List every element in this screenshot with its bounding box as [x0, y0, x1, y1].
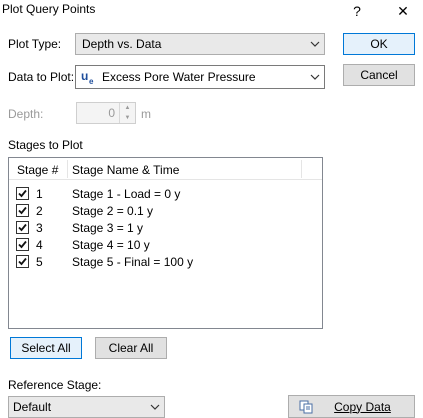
stage-checkbox[interactable]: [16, 255, 29, 268]
reference-stage-select[interactable]: Default: [8, 396, 165, 418]
stage-number: 2: [36, 204, 43, 218]
depth-value: 0: [108, 106, 115, 120]
data-to-plot-value: Excess Pore Water Pressure: [102, 70, 256, 84]
stage-row[interactable]: 4 Stage 4 = 10 y: [9, 236, 309, 253]
copy-data-button[interactable]: Copy Data: [288, 395, 415, 418]
reference-stage-value: Default: [13, 400, 52, 414]
select-all-button[interactable]: Select All: [10, 337, 82, 359]
stage-checkbox[interactable]: [16, 238, 29, 251]
stage-checkbox[interactable]: [16, 187, 29, 200]
stage-row[interactable]: 2 Stage 2 = 0.1 y: [9, 202, 309, 219]
stages-section-label: Stages to Plot: [8, 138, 83, 152]
plot-type-value: Depth vs. Data: [82, 37, 162, 51]
chevron-down-icon: [306, 34, 324, 54]
stage-name: Stage 5 - Final = 100 y: [72, 255, 194, 269]
reference-stage-label: Reference Stage:: [8, 378, 102, 392]
close-icon[interactable]: ✕: [388, 0, 418, 22]
stages-list[interactable]: Stage # Stage Name & Time 1 Stage 1 - Lo…: [8, 157, 323, 329]
stage-row[interactable]: 5 Stage 5 - Final = 100 y: [9, 253, 309, 270]
column-divider[interactable]: [301, 160, 302, 178]
data-to-plot-label: Data to Plot:: [8, 70, 75, 84]
depth-spinner[interactable]: 0 ▲ ▼: [76, 102, 136, 124]
list-header: Stage # Stage Name & Time: [9, 158, 322, 180]
copy-data-label: Copy Data: [334, 399, 391, 414]
stage-name: Stage 2 = 0.1 y: [72, 204, 154, 218]
column-divider[interactable]: [67, 160, 68, 178]
svg-text:u: u: [81, 69, 88, 83]
spin-down-icon[interactable]: ▼: [120, 113, 135, 123]
stage-name: Stage 3 = 1 y: [72, 221, 144, 235]
pore-pressure-icon: u e: [80, 68, 98, 86]
svg-text:e: e: [89, 77, 94, 86]
help-button[interactable]: ?: [342, 0, 372, 22]
ok-button[interactable]: OK: [343, 33, 415, 55]
cancel-button[interactable]: Cancel: [343, 64, 415, 86]
data-to-plot-select[interactable]: u e Excess Pore Water Pressure: [75, 65, 325, 89]
column-stage-number[interactable]: Stage #: [17, 163, 58, 177]
chevron-down-icon: [146, 397, 164, 417]
stage-name: Stage 4 = 10 y: [72, 238, 150, 252]
stage-name: Stage 1 - Load = 0 y: [72, 187, 181, 201]
copy-icon: [299, 400, 313, 417]
clear-all-button[interactable]: Clear All: [95, 337, 167, 359]
stage-number: 5: [36, 255, 43, 269]
stage-number: 3: [36, 221, 43, 235]
chevron-down-icon: [306, 66, 324, 88]
depth-label: Depth:: [8, 107, 44, 121]
stage-checkbox[interactable]: [16, 204, 29, 217]
plot-type-label: Plot Type:: [8, 37, 62, 51]
stage-checkbox[interactable]: [16, 221, 29, 234]
window-title: Plot Query Points: [2, 2, 96, 16]
stage-row[interactable]: 1 Stage 1 - Load = 0 y: [9, 185, 309, 202]
title-bar: Plot Query Points ? ✕: [0, 0, 423, 22]
column-stage-name[interactable]: Stage Name & Time: [72, 163, 179, 177]
stage-row[interactable]: 3 Stage 3 = 1 y: [9, 219, 309, 236]
stage-number: 1: [36, 187, 43, 201]
spin-up-icon[interactable]: ▲: [120, 103, 135, 113]
stage-number: 4: [36, 238, 43, 252]
depth-unit: m: [141, 107, 151, 121]
plot-type-select[interactable]: Depth vs. Data: [75, 33, 325, 55]
